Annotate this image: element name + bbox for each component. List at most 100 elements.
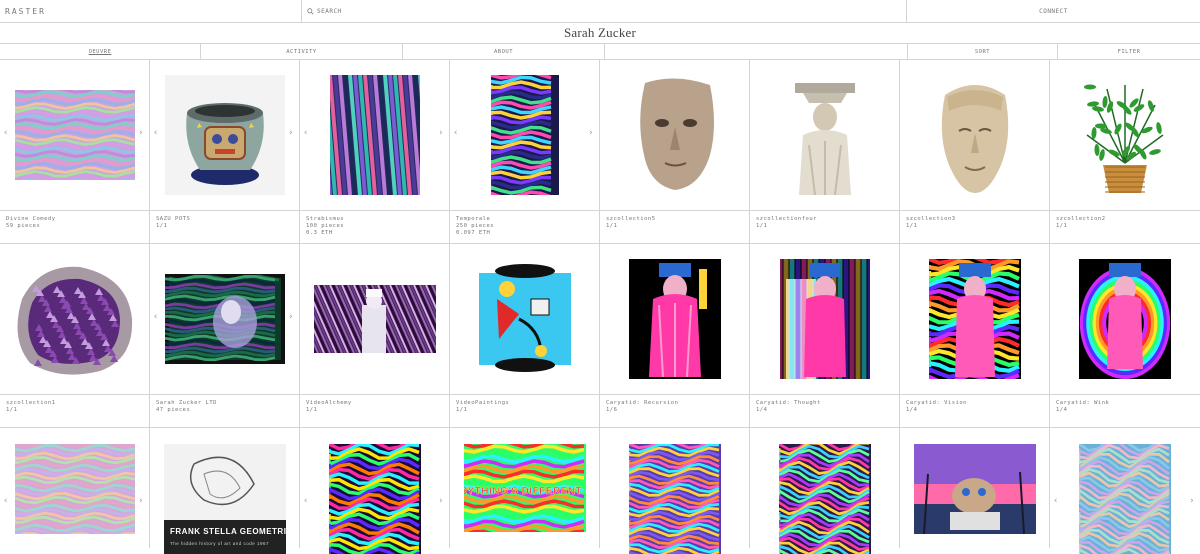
carousel-next-icon[interactable]: › <box>438 496 444 506</box>
collection-thumbnail[interactable] <box>0 428 150 548</box>
carousel-prev-icon[interactable]: ‹ <box>153 128 159 138</box>
collection-thumbnail[interactable] <box>750 244 900 394</box>
collection-title[interactable]: VideoPaintings <box>456 400 594 407</box>
collection-thumbnail[interactable] <box>750 60 900 210</box>
carousel-prev-icon[interactable]: ‹ <box>153 312 159 322</box>
carousel-prev-icon[interactable]: ‹ <box>1053 496 1059 506</box>
collection-title[interactable]: szcollectionfour <box>756 216 894 223</box>
collection-title[interactable]: VideoAlchemy <box>306 400 444 407</box>
collection-title[interactable]: szcollection3 <box>906 216 1044 223</box>
collection-title[interactable]: Caryatid: Wink <box>1056 400 1194 407</box>
collection-title[interactable]: Divine Comedy <box>6 216 144 223</box>
search-label: SEARCH <box>317 7 342 15</box>
collection-card[interactable]: ‹ › Divine Comedy 59 pieces <box>0 60 150 244</box>
collection-card[interactable]: ‹ › SAZU POTS 1/1 <box>150 60 300 244</box>
collection-thumbnail[interactable] <box>450 244 600 394</box>
collection-thumbnail[interactable] <box>1050 60 1200 210</box>
carousel-next-icon[interactable]: › <box>438 128 444 138</box>
raster-logo[interactable]: RASTER <box>0 0 302 22</box>
collection-thumbnail[interactable] <box>900 244 1050 394</box>
collection-title[interactable]: Sarah Zucker LTD <box>156 400 294 407</box>
collection-row: ‹ › Divine Comedy 59 pieces ‹ › SAZU POTS 1/1 ‹ ›… <box>0 60 1200 244</box>
collection-thumbnail[interactable] <box>450 60 600 210</box>
collection-card[interactable] <box>750 428 900 554</box>
collection-meta: Caryatid: Wink 1/4 <box>1050 394 1200 428</box>
collection-card[interactable]: Caryatid: Wink 1/4 <box>1050 244 1200 428</box>
collection-card[interactable]: szcollection3 1/1 <box>900 60 1050 244</box>
collection-card[interactable] <box>900 428 1050 548</box>
collection-meta: Caryatid: Recursion 1/6 <box>600 394 750 428</box>
carousel-prev-icon[interactable]: ‹ <box>3 496 9 506</box>
collection-card[interactable]: Caryatid: Recursion 1/6 <box>600 244 750 428</box>
collection-card[interactable]: szcollection5 1/1 <box>600 60 750 244</box>
collection-title[interactable]: Strabismus <box>306 216 444 223</box>
collection-card[interactable]: ‹ › <box>1050 428 1200 554</box>
carousel-prev-icon[interactable]: ‹ <box>3 128 9 138</box>
carousel-next-icon[interactable]: › <box>588 128 594 138</box>
collection-card[interactable]: ‹ › <box>300 428 450 554</box>
sort-button[interactable]: SORT <box>908 44 1058 59</box>
collection-title[interactable]: Caryatid: Thought <box>756 400 894 407</box>
collection-card[interactable]: EVERYTHING'S DIFFERENT NOW <box>450 428 600 548</box>
collection-count: 1/4 <box>756 407 768 413</box>
collection-thumbnail[interactable] <box>900 60 1050 210</box>
carousel-next-icon[interactable]: › <box>288 128 294 138</box>
collection-card[interactable]: ‹ › Strabismus 100 pieces 0.3 ETH <box>300 60 450 244</box>
collection-thumbnail[interactable] <box>1050 244 1200 394</box>
collection-card[interactable]: ‹ › Sarah Zucker LTD 47 pieces <box>150 244 300 428</box>
connect-button[interactable]: CONNECT <box>907 0 1200 22</box>
collection-count: 47 pieces <box>156 407 191 413</box>
collection-meta: Sarah Zucker LTD 47 pieces <box>150 394 300 428</box>
collection-thumbnail[interactable] <box>900 428 1050 548</box>
carousel-next-icon[interactable]: › <box>138 496 144 506</box>
collection-thumbnail[interactable] <box>300 244 450 394</box>
collection-thumbnail[interactable] <box>750 428 900 554</box>
search-bar[interactable]: SEARCH <box>302 0 907 22</box>
carousel-next-icon[interactable]: › <box>1189 496 1195 506</box>
collection-thumbnail[interactable] <box>600 244 750 394</box>
collection-card[interactable]: VideoPaintings 1/1 <box>450 244 600 428</box>
collection-title[interactable]: SAZU POTS <box>156 216 294 223</box>
collection-title[interactable]: Temporale <box>456 216 594 223</box>
collection-meta: VideoAlchemy 1/1 <box>300 394 450 428</box>
collection-card[interactable]: FRANK STELLA GEOMETRIES The hidden histor… <box>150 428 300 554</box>
collection-thumbnail[interactable] <box>300 428 450 554</box>
collection-card[interactable]: ‹ › <box>0 428 150 548</box>
collection-title[interactable]: szcollection1 <box>6 400 144 407</box>
carousel-prev-icon[interactable]: ‹ <box>303 128 309 138</box>
collection-card[interactable]: szcollection2 1/1 <box>1050 60 1200 244</box>
tab-oeuvre[interactable]: OEUVRE <box>0 44 201 59</box>
collection-thumbnail[interactable]: FRANK STELLA GEOMETRIES The hidden histor… <box>150 428 300 554</box>
collection-title[interactable]: Caryatid: Vision <box>906 400 1044 407</box>
collection-card[interactable]: szcollectionfour 1/1 <box>750 60 900 244</box>
collection-thumbnail[interactable] <box>1050 428 1200 554</box>
carousel-prev-icon[interactable]: ‹ <box>453 128 459 138</box>
collection-thumbnail[interactable] <box>300 60 450 210</box>
tab-activity[interactable]: ACTIVITY <box>201 44 403 59</box>
collection-title[interactable]: Caryatid: Recursion <box>606 400 744 407</box>
collection-card[interactable]: Caryatid: Vision 1/4 <box>900 244 1050 428</box>
collection-card[interactable]: ‹ › Temporale 250 pieces 0.097 ETH <box>450 60 600 244</box>
collection-thumbnail[interactable] <box>600 60 750 210</box>
carousel-prev-icon[interactable]: ‹ <box>303 496 309 506</box>
collection-card[interactable]: Caryatid: Thought 1/4 <box>750 244 900 428</box>
carousel-next-icon[interactable]: › <box>288 312 294 322</box>
collection-title[interactable]: szcollection5 <box>606 216 744 223</box>
collection-card[interactable] <box>600 428 750 554</box>
collection-title[interactable]: szcollection2 <box>1056 216 1194 223</box>
filter-button[interactable]: FILTER <box>1058 44 1200 59</box>
collection-price: 0.097 ETH <box>456 230 491 236</box>
carousel-next-icon[interactable]: › <box>138 128 144 138</box>
collection-card[interactable]: szcollection1 1/1 <box>0 244 150 428</box>
collection-thumbnail[interactable]: EVERYTHING'S DIFFERENT NOW <box>450 428 600 548</box>
collection-thumbnail[interactable] <box>0 244 150 394</box>
collection-thumbnail[interactable] <box>150 60 300 210</box>
tab-about[interactable]: ABOUT <box>403 44 605 59</box>
collection-count: 1/1 <box>156 223 168 229</box>
collection-thumbnail[interactable] <box>600 428 750 554</box>
tab-spacer <box>605 44 908 59</box>
collection-thumbnail[interactable] <box>150 244 300 394</box>
collection-price: 0.3 ETH <box>306 230 333 236</box>
collection-thumbnail[interactable] <box>0 60 150 210</box>
collection-card[interactable]: VideoAlchemy 1/1 <box>300 244 450 428</box>
